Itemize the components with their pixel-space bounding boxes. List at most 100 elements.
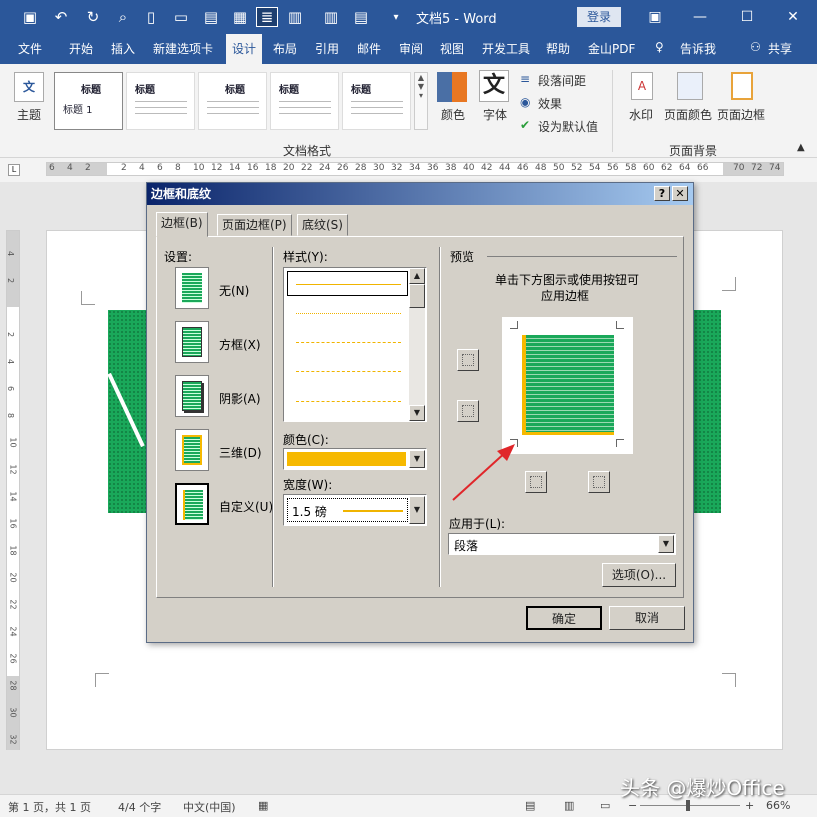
colors-button[interactable]: 颜色 <box>441 106 465 123</box>
width-dropdown-icon[interactable]: ▼ <box>409 496 425 524</box>
page-count[interactable]: 第 1 页，共 1 页 <box>8 799 91 815</box>
tab-kingsoft-pdf[interactable]: 金山PDF <box>588 40 635 57</box>
page-border-button[interactable]: 页面边框 <box>717 106 765 123</box>
zoom-slider[interactable] <box>640 805 740 806</box>
tab-references[interactable]: 引用 <box>315 40 339 57</box>
ok-button[interactable]: 确定 <box>526 606 602 630</box>
style-set-2[interactable]: 标题 <box>126 72 195 130</box>
open-icon[interactable]: ▭ <box>170 7 192 27</box>
width-combo[interactable]: 1.5 磅 ▼ <box>283 494 427 526</box>
right-border-button[interactable] <box>588 471 610 493</box>
setting-custom-icon[interactable] <box>175 483 209 525</box>
theme-icon[interactable]: 文 <box>14 72 44 102</box>
style-item-dash-dot[interactable] <box>296 401 401 402</box>
gallery-scroll[interactable]: ▲ ▼ ▾ <box>414 72 428 130</box>
fonts-button[interactable]: 字体 <box>483 106 507 123</box>
undo-icon[interactable]: ↶ <box>50 7 72 27</box>
page-border-icon[interactable] <box>731 72 753 100</box>
macro-icon[interactable]: ▦ <box>258 799 268 812</box>
top-border-button[interactable] <box>457 349 479 371</box>
page-color-icon[interactable] <box>677 72 703 100</box>
tell-me[interactable]: 告诉我 <box>680 40 716 57</box>
tab-mailings[interactable]: 邮件 <box>357 40 381 57</box>
setting-box[interactable]: 方框(X) <box>219 336 261 353</box>
layout-icon[interactable]: ▥ <box>284 7 306 27</box>
watermark-button[interactable]: 水印 <box>629 106 653 123</box>
theme-button[interactable]: 主题 <box>17 106 41 123</box>
close-dialog-button[interactable]: ✕ <box>672 186 688 201</box>
left-border-button[interactable] <box>525 471 547 493</box>
set-default-button[interactable]: 设为默认值 <box>538 118 598 135</box>
tab-file[interactable]: 文件 <box>18 40 42 57</box>
screenshot-icon[interactable]: ▦ <box>229 7 251 27</box>
color-combo[interactable]: ▼ <box>283 448 427 470</box>
setting-shadow-icon[interactable] <box>175 375 209 417</box>
apply-to-dropdown-icon[interactable]: ▼ <box>658 535 674 553</box>
watermark-icon[interactable]: A <box>631 72 653 100</box>
page-color-button[interactable]: 页面颜色 <box>664 106 712 123</box>
share-icon[interactable]: ⚇ <box>750 40 761 54</box>
tab-new[interactable]: 新建选项卡 <box>153 40 213 57</box>
tab-layout[interactable]: 布局 <box>273 40 297 57</box>
tab-stop-selector[interactable]: L <box>8 164 20 176</box>
tab-review[interactable]: 审阅 <box>399 40 423 57</box>
setting-custom[interactable]: 自定义(U) <box>219 498 273 515</box>
paste-icon[interactable]: ▤ <box>200 7 222 27</box>
scroll-thumb[interactable] <box>409 284 425 308</box>
setting-3d-icon[interactable] <box>175 429 209 471</box>
fonts-icon[interactable]: 文 <box>479 70 509 102</box>
style-item-dashed-small[interactable] <box>296 342 401 343</box>
paragraph-spacing-button[interactable]: 段落间距 <box>538 72 586 89</box>
apply-to-combo[interactable]: 段落 ▼ <box>448 533 676 555</box>
save-icon[interactable]: ▣ <box>19 7 41 27</box>
tab-shading[interactable]: 底纹(S) <box>297 214 348 236</box>
tab-design[interactable]: 设计 <box>226 34 262 64</box>
minimize-icon[interactable]: — <box>685 6 715 28</box>
style-item-dotted[interactable] <box>296 313 401 314</box>
style-scrollbar[interactable]: ▲ ▼ <box>409 268 425 421</box>
collapse-ribbon-icon[interactable]: ▲ <box>797 142 805 153</box>
zoom-thumb[interactable] <box>686 800 690 811</box>
print-preview-icon[interactable]: ⌕ <box>112 7 134 27</box>
bottom-border-button[interactable] <box>457 400 479 422</box>
tab-view[interactable]: 视图 <box>440 40 464 57</box>
scroll-up-icon[interactable]: ▲ <box>409 268 425 284</box>
setting-none-icon[interactable] <box>175 267 209 309</box>
tab-home[interactable]: 开始 <box>69 40 93 57</box>
style-set-4[interactable]: 标题 <box>270 72 339 130</box>
setting-shadow[interactable]: 阴影(A) <box>219 390 261 407</box>
tab-developer[interactable]: 开发工具 <box>482 40 530 57</box>
web-layout-icon[interactable]: ▭ <box>600 799 610 812</box>
tab-help[interactable]: 帮助 <box>546 40 570 57</box>
redo-icon[interactable]: ↻ <box>82 7 104 27</box>
help-button[interactable]: ? <box>654 186 670 201</box>
word-count[interactable]: 4/4 个字 <box>118 799 161 815</box>
style-item-dashed[interactable] <box>296 371 401 372</box>
columns-icon[interactable]: ▥ <box>320 7 342 27</box>
style-item-selected[interactable] <box>287 271 408 296</box>
login-button[interactable]: 登录 <box>577 7 621 27</box>
print-layout-icon[interactable]: ▥ <box>564 799 574 812</box>
language[interactable]: 中文(中国) <box>183 799 236 815</box>
ribbon-options-icon[interactable]: ▣ <box>640 6 670 28</box>
tab-border[interactable]: 边框(B) <box>156 212 208 237</box>
tab-page-border[interactable]: 页面边框(P) <box>217 214 292 236</box>
setting-none[interactable]: 无(N) <box>219 282 249 299</box>
options-button[interactable]: 选项(O)... <box>602 563 676 587</box>
style-list[interactable]: ▲ ▼ <box>283 267 427 422</box>
clipboard-icon[interactable]: ▤ <box>350 7 372 27</box>
effects-button[interactable]: 效果 <box>538 95 562 112</box>
style-set-3[interactable]: 标题 <box>198 72 267 130</box>
share-button[interactable]: 共享 <box>768 40 792 57</box>
new-doc-icon[interactable]: ▯ <box>140 7 162 27</box>
close-window-icon[interactable]: ✕ <box>778 6 808 28</box>
maximize-icon[interactable]: ☐ <box>732 6 762 28</box>
read-mode-icon[interactable]: ▤ <box>525 799 535 812</box>
setting-3d[interactable]: 三维(D) <box>219 444 262 461</box>
customize-qa-icon[interactable]: ▾ <box>385 7 407 27</box>
tab-insert[interactable]: 插入 <box>111 40 135 57</box>
color-dropdown-icon[interactable]: ▼ <box>409 450 425 468</box>
colors-icon[interactable] <box>437 72 467 102</box>
cancel-button[interactable]: 取消 <box>609 606 685 630</box>
scroll-down-icon[interactable]: ▼ <box>409 405 425 421</box>
